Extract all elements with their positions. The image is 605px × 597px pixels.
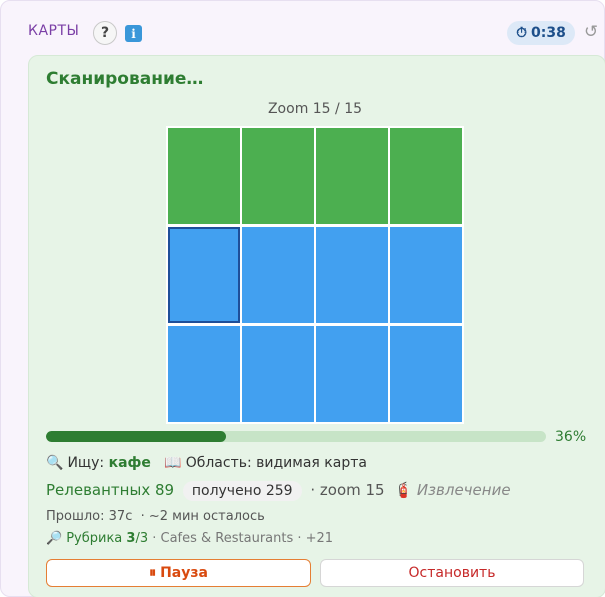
received-badge: получено 259 [182, 481, 302, 501]
remaining-time: · ~2 мин осталось [140, 509, 265, 524]
search-prefix: Ищу: [67, 455, 105, 471]
area-text: Область: видимая карта [185, 455, 367, 471]
relevant-count: Релевантных 89 [46, 481, 175, 499]
rubric-row: 🔎 Рубрика 3/3 · Cafes & Restaurants · +21 [46, 531, 333, 546]
map-tile [242, 128, 314, 224]
extinguisher-icon: 🧯 [394, 481, 413, 499]
panel-header: КАРТЫ ? i ⏱ 0:38 ↺ [1, 1, 605, 53]
zoom-label: Zoom 15 / 15 [267, 101, 363, 117]
stats-row: Релевантных 89 получено 259 · zoom 15 🧯 И… [46, 481, 511, 501]
pause-icon: ⏸ [149, 565, 157, 581]
map-tile [168, 326, 240, 422]
stopwatch-icon: ⏱ [516, 25, 528, 41]
tile-grid [166, 126, 464, 424]
map-tile [242, 227, 314, 323]
map-tile [390, 128, 462, 224]
search-info-row: 🔍 Ищу: кафе 📖 Область: видимая карта [46, 455, 367, 471]
rubric-name: · Cafes & Restaurants · +21 [152, 531, 334, 546]
refresh-icon[interactable]: ↺ [584, 22, 598, 42]
pause-label: Пауза [160, 565, 208, 581]
zoom-info: · zoom 15 [310, 481, 385, 499]
maps-panel: КАРТЫ ? i ⏱ 0:38 ↺ Сканирование… Zoom 15… [0, 0, 605, 597]
map-tile [390, 326, 462, 422]
search-keyword: кафе [108, 455, 151, 471]
map-tile [316, 227, 388, 323]
progress-percent: 36% [555, 429, 587, 445]
map-tile [316, 128, 388, 224]
panel-title: КАРТЫ [28, 23, 80, 39]
time-row: Прошло: 37с · ~2 мин осталось [46, 509, 265, 524]
map-tile [390, 227, 462, 323]
progress-fill [46, 431, 226, 442]
stop-button[interactable]: Остановить [320, 559, 584, 587]
book-icon: 📖 [164, 455, 182, 471]
map-tile-current [168, 227, 240, 323]
timer-value: 0:38 [531, 25, 566, 41]
pause-button[interactable]: ⏸ Пауза [46, 559, 311, 587]
scan-title: Сканирование… [46, 69, 204, 89]
info-icon[interactable]: i [125, 25, 142, 42]
rubric-prefix: Рубрика [66, 531, 123, 546]
help-button[interactable]: ? [93, 21, 117, 45]
map-tile [168, 128, 240, 224]
map-tile [242, 326, 314, 422]
elapsed-time: Прошло: 37с [46, 509, 133, 524]
progress-bar [46, 431, 546, 442]
search-icon: 🔍 [46, 455, 64, 471]
rubric-total: /3 [135, 531, 149, 546]
extract-status: Извлечение [416, 481, 511, 499]
magnifier-icon: 🔎 [46, 531, 63, 546]
timer-badge: ⏱ 0:38 [507, 21, 575, 45]
stop-label: Остановить [408, 565, 496, 581]
map-tile [316, 326, 388, 422]
